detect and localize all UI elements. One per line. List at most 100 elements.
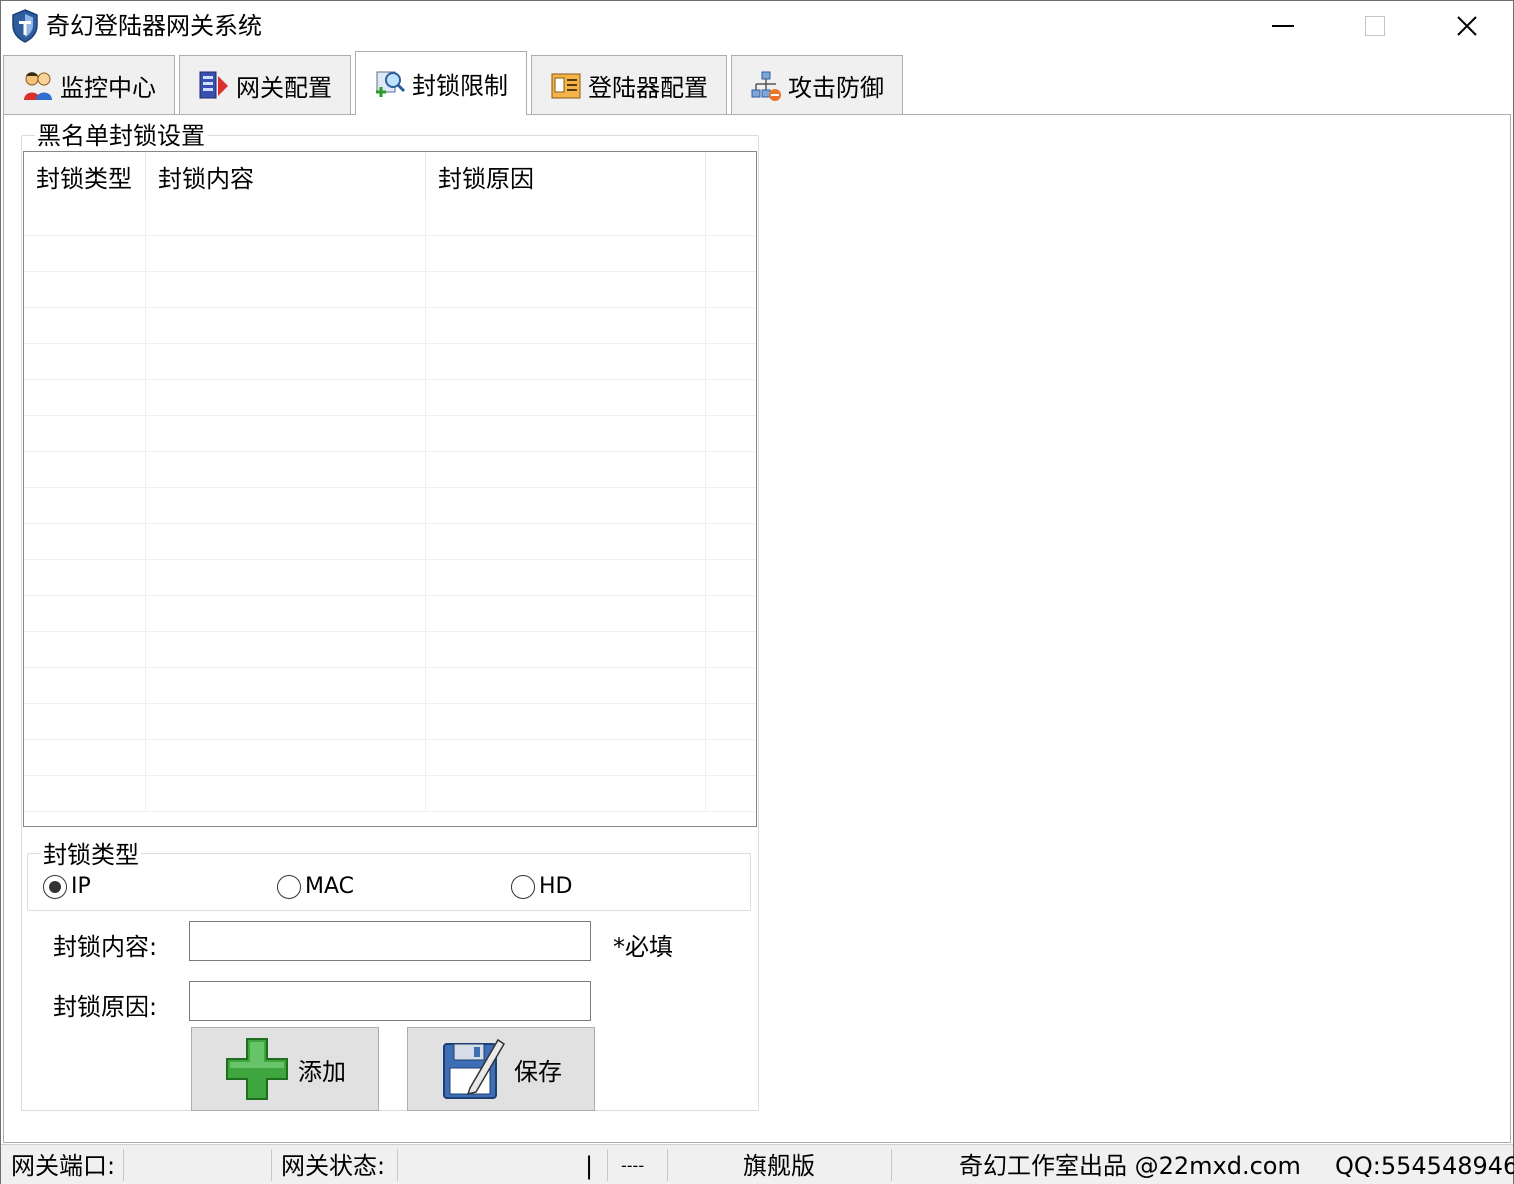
table-row[interactable] <box>24 236 756 272</box>
table-cell <box>426 668 706 704</box>
save-button-label: 保存 <box>514 1057 562 1086</box>
minimize-button[interactable] <box>1237 1 1329 51</box>
status-divider <box>607 1149 608 1181</box>
table-cell-filler <box>706 416 756 451</box>
radio-mac[interactable]: MAC <box>277 874 354 899</box>
radio-circle <box>277 874 301 899</box>
block-type-group-title: 封锁类型 <box>41 841 141 869</box>
table-cell <box>146 488 426 524</box>
table-cell <box>146 704 426 740</box>
table-cell <box>426 488 706 524</box>
tab-label: 登陆器配置 <box>588 74 708 102</box>
table-cell <box>24 308 146 344</box>
status-divider <box>123 1149 124 1181</box>
radio-circle <box>511 874 535 899</box>
table-row[interactable] <box>24 776 756 812</box>
table-cell <box>146 776 426 812</box>
content-label: 封锁内容: <box>53 933 158 961</box>
table-row[interactable] <box>24 488 756 524</box>
table-row[interactable] <box>24 452 756 488</box>
table-cell-filler <box>706 632 756 667</box>
app-window: 奇幻登陆器网关系统 监控中心 网关配置 封锁限制 登陆器配置 攻击防御 黑名单封… <box>0 0 1514 1184</box>
table-cell <box>24 272 146 308</box>
plus-icon <box>226 1038 288 1100</box>
table-row[interactable] <box>24 272 756 308</box>
table-cell <box>426 704 706 740</box>
table-body <box>24 200 756 812</box>
table-cell <box>24 560 146 596</box>
tab-gateway-config[interactable]: 网关配置 <box>179 55 351 115</box>
status-pipe: | <box>585 1152 594 1180</box>
table-row[interactable] <box>24 200 756 236</box>
tab-label: 封锁限制 <box>412 72 508 100</box>
table-cell <box>24 236 146 272</box>
table-cell <box>146 452 426 488</box>
table-cell <box>146 308 426 344</box>
state-label: 网关状态: <box>281 1152 386 1180</box>
column-header-filler <box>706 152 756 200</box>
tab-block-restriction[interactable]: 封锁限制 <box>355 51 527 115</box>
close-button[interactable] <box>1421 1 1513 51</box>
table-cell <box>24 596 146 632</box>
save-button[interactable]: 保存 <box>407 1027 595 1111</box>
table-cell-filler <box>706 308 756 343</box>
blacklist-group-title: 黑名单封锁设置 <box>35 122 207 150</box>
radio-hd[interactable]: HD <box>511 874 572 899</box>
table-cell <box>24 776 146 812</box>
radio-label: MAC <box>305 874 355 899</box>
port-label: 网关端口: <box>11 1152 116 1180</box>
tab-monitor-center[interactable]: 监控中心 <box>3 55 175 115</box>
table-row[interactable] <box>24 380 756 416</box>
tab-launcher-config[interactable]: 登陆器配置 <box>531 55 727 115</box>
table-row[interactable] <box>24 632 756 668</box>
table-row[interactable] <box>24 524 756 560</box>
table-cell-filler <box>706 596 756 631</box>
table-cell <box>146 668 426 704</box>
table-cell <box>146 416 426 452</box>
table-cell <box>426 344 706 380</box>
credit-text: 奇幻工作室出品 @22mxd.com <box>959 1152 1301 1180</box>
table-cell <box>24 344 146 380</box>
table-row[interactable] <box>24 308 756 344</box>
table-row[interactable] <box>24 740 756 776</box>
table-cell <box>146 632 426 668</box>
status-dashes: ---- <box>621 1156 645 1175</box>
table-row[interactable] <box>24 668 756 704</box>
gateway-config-icon <box>198 70 230 102</box>
status-divider <box>397 1149 398 1181</box>
content-input[interactable] <box>189 921 591 961</box>
maximize-button[interactable] <box>1329 1 1421 51</box>
column-header-reason[interactable]: 封锁原因 <box>426 152 706 200</box>
table-cell <box>426 308 706 344</box>
table-row[interactable] <box>24 416 756 452</box>
radio-circle <box>43 874 67 899</box>
reason-label: 封锁原因: <box>53 993 158 1021</box>
table-cell <box>146 344 426 380</box>
status-divider <box>271 1149 272 1181</box>
table-cell <box>24 380 146 416</box>
table-cell-filler <box>706 776 756 811</box>
table-row[interactable] <box>24 596 756 632</box>
reason-input[interactable] <box>189 981 591 1021</box>
blacklist-table[interactable]: 封锁类型 封锁内容 封锁原因 <box>23 151 757 827</box>
table-cell <box>426 452 706 488</box>
table-row[interactable] <box>24 344 756 380</box>
table-cell <box>24 452 146 488</box>
radio-ip[interactable]: IP <box>43 874 91 899</box>
table-cell <box>146 380 426 416</box>
table-cell-filler <box>706 380 756 415</box>
table-row[interactable] <box>24 560 756 596</box>
table-cell-filler <box>706 452 756 487</box>
table-row[interactable] <box>24 704 756 740</box>
add-button[interactable]: 添加 <box>191 1027 379 1111</box>
status-divider <box>891 1149 892 1181</box>
table-cell <box>24 740 146 776</box>
tab-attack-defense[interactable]: 攻击防御 <box>731 55 903 115</box>
table-cell <box>426 596 706 632</box>
table-cell-filler <box>706 344 756 379</box>
column-header-type[interactable]: 封锁类型 <box>24 152 146 200</box>
table-cell <box>24 668 146 704</box>
table-cell-filler <box>706 740 756 775</box>
column-header-content[interactable]: 封锁内容 <box>146 152 426 200</box>
radio-label: IP <box>71 874 91 899</box>
